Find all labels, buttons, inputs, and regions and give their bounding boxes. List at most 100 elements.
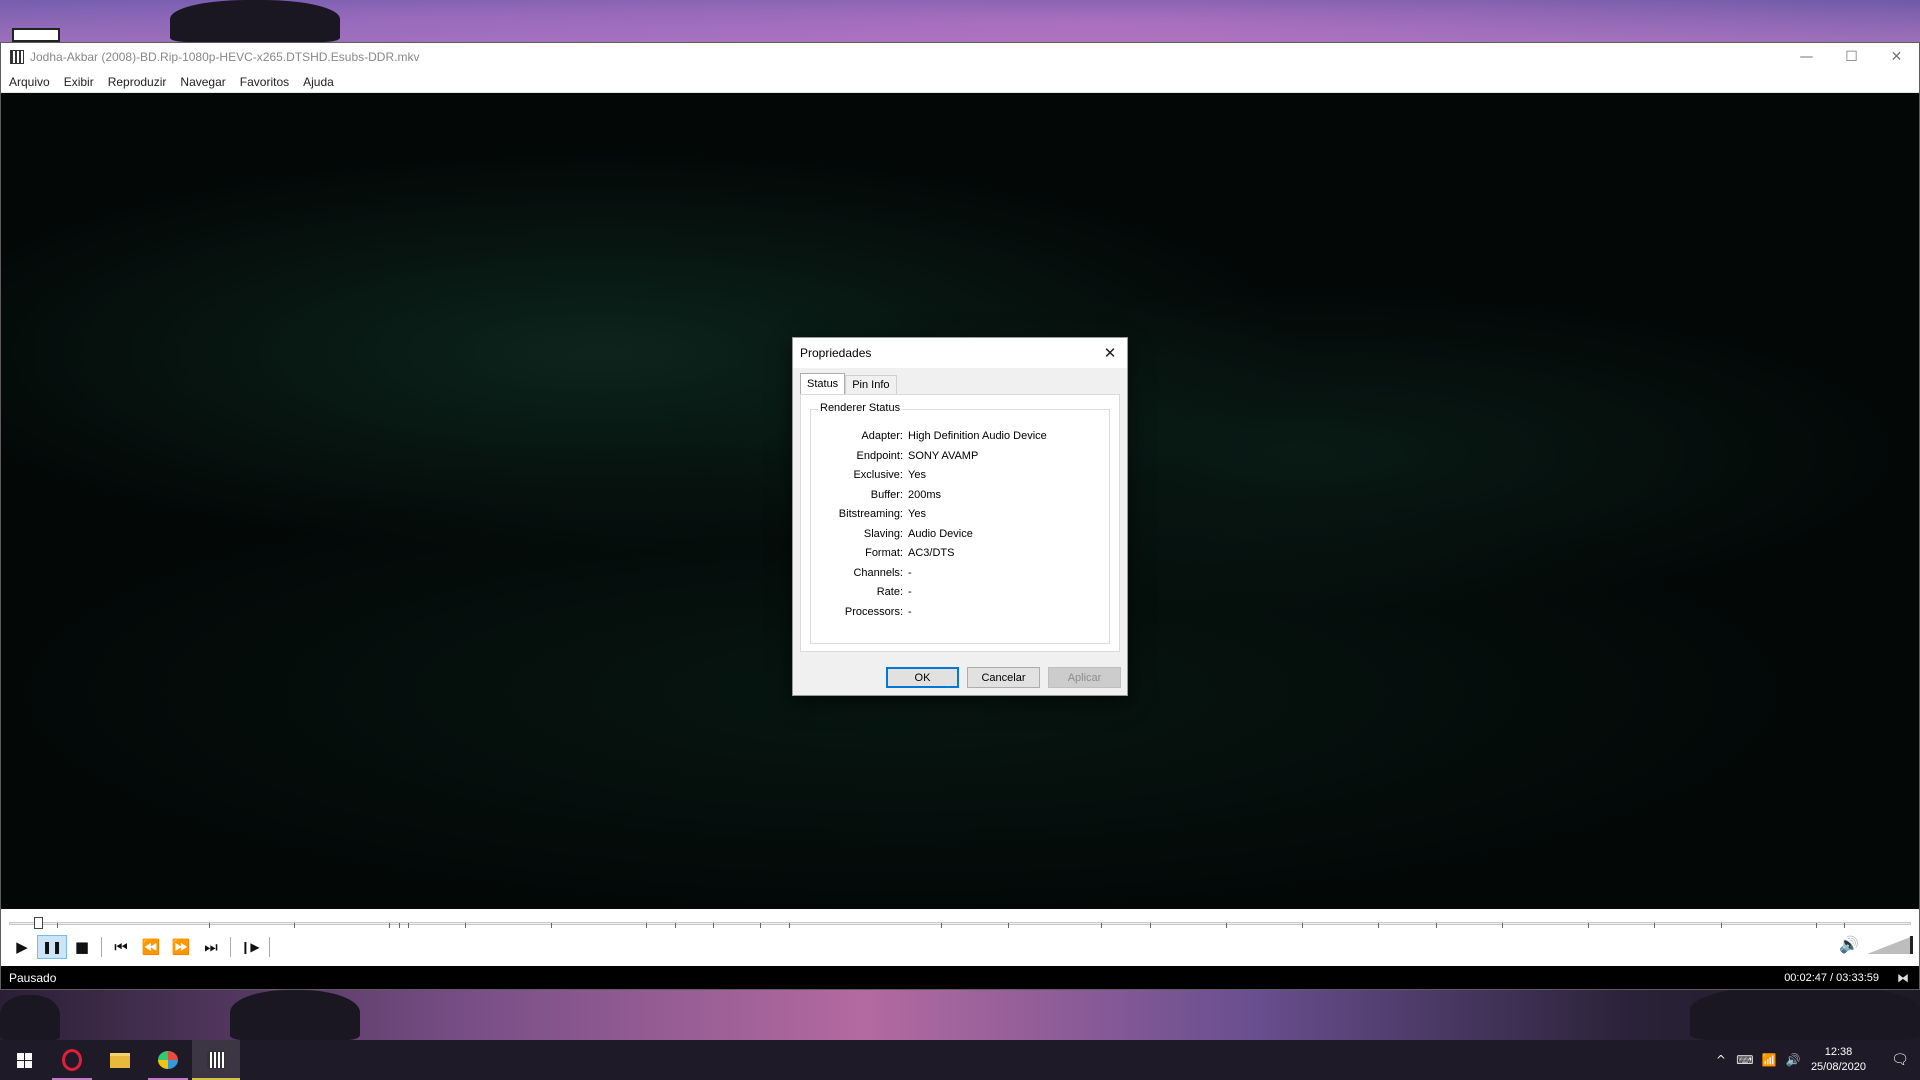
stop-button[interactable]: ■ (67, 935, 97, 959)
time-display: 00:02:47 / 03:33:59 (1784, 971, 1879, 984)
notifications-icon[interactable]: 🗨 (1880, 1052, 1920, 1068)
volume-slider[interactable] (1867, 935, 1913, 954)
tab-panel: Renderer Status Adapter: High Definition … (800, 394, 1120, 652)
chapter-marker (760, 923, 761, 928)
row-value: AC3/DTS (908, 547, 955, 559)
chapter-marker (1816, 923, 1817, 928)
keyboard-icon[interactable]: ⌨ (1733, 1053, 1757, 1067)
tab-status[interactable]: Status (800, 373, 846, 394)
row-bitstreaming: Bitstreaming: Yes (811, 508, 1109, 528)
title-bar[interactable]: Jodha-Akbar (2008)-BD.Rip-1080p-HEVC-x26… (1, 43, 1919, 71)
speaker-icon[interactable]: 🔊 (1781, 1053, 1805, 1067)
chapter-marker (57, 923, 58, 928)
wallpaper-tree (1690, 985, 1920, 1040)
taskbar-media-player[interactable] (192, 1040, 240, 1080)
desktop-shortcut-icon[interactable] (12, 28, 60, 42)
row-processors: Processors: - (811, 606, 1109, 626)
audio-renderer-icon[interactable]: ⧓ (1897, 971, 1909, 985)
taskbar-paint[interactable] (144, 1040, 192, 1080)
next-button[interactable]: ⏭ (196, 935, 226, 959)
chapter-marker (1844, 923, 1845, 928)
start-button[interactable] (0, 1040, 48, 1080)
dialog-buttons: OK Cancelar Aplicar (878, 667, 1121, 688)
tab-pin-info[interactable]: Pin Info (845, 375, 897, 394)
chevron-up-icon[interactable]: ^ (1709, 1053, 1733, 1067)
dialog-close-button[interactable]: ✕ (1099, 342, 1121, 364)
ok-button[interactable]: OK (886, 667, 959, 688)
chapter-marker (465, 923, 466, 928)
chapter-marker (713, 923, 714, 928)
row-value: - (908, 586, 912, 598)
volume-slider-knob[interactable] (1910, 935, 1913, 954)
row-value: - (908, 566, 912, 579)
maximize-button[interactable]: ☐ (1829, 43, 1874, 71)
chapter-marker (551, 923, 552, 928)
row-label: Rate: (876, 586, 903, 598)
group-title: Renderer Status (818, 402, 903, 414)
menu-navegar[interactable]: Navegar (180, 75, 225, 89)
row-value: Audio Device (908, 527, 973, 540)
frame-step-button[interactable]: ❙▶ (235, 935, 265, 959)
film-icon (207, 1051, 225, 1069)
taskbar: ^ ⌨ 📶 🔊 12:38 25/08/2020 🗨 (0, 1040, 1920, 1080)
row-value: SONY AVAMP (908, 449, 979, 462)
row-label: Slaving: (863, 527, 903, 540)
chapter-marker (1150, 923, 1151, 928)
chapter-marker (1654, 923, 1655, 928)
chapter-marker (1588, 923, 1589, 928)
row-adapter: Adapter: High Definition Audio Device (811, 430, 1109, 450)
renderer-status-group: Renderer Status Adapter: High Definition … (810, 402, 1110, 644)
row-label: Endpoint: (856, 449, 903, 462)
row-label: Bitstreaming: (838, 508, 903, 520)
window-title: Jodha-Akbar (2008)-BD.Rip-1080p-HEVC-x26… (30, 50, 420, 64)
row-value: - (908, 605, 912, 618)
pause-button[interactable]: ❚❚ (37, 935, 67, 959)
row-label: Format: (865, 547, 903, 559)
row-label: Channels: (853, 566, 903, 579)
chapter-marker (789, 923, 790, 928)
menu-reproduzir[interactable]: Reproduzir (108, 75, 167, 89)
row-value: Yes (908, 469, 926, 481)
dialog-title-bar[interactable]: Propriedades ✕ (793, 338, 1127, 368)
cancel-button[interactable]: Cancelar (967, 667, 1040, 688)
clock[interactable]: 12:38 25/08/2020 (1811, 1045, 1866, 1075)
close-button[interactable]: ✕ (1874, 43, 1919, 71)
system-tray: ^ ⌨ 📶 🔊 12:38 25/08/2020 🗨 (1709, 1040, 1920, 1080)
menu-exibir[interactable]: Exibir (64, 75, 94, 89)
volume-icon[interactable]: 🔊 (1839, 935, 1859, 954)
seek-bar[interactable] (9, 917, 1911, 929)
clock-time: 12:38 (1824, 1046, 1853, 1058)
forward-button[interactable]: ⏩ (166, 935, 196, 959)
play-button[interactable]: ▶ (7, 935, 37, 959)
controls-area: ▶ ❚❚ ■ ⏮ ⏪ ⏩ ⏭ ❙▶ 🔊 (1, 909, 1919, 966)
row-value: Yes (908, 508, 926, 520)
menu-favoritos[interactable]: Favoritos (240, 75, 289, 89)
chapter-marker (1302, 923, 1303, 928)
rewind-button[interactable]: ⏪ (136, 935, 166, 959)
previous-button[interactable]: ⏮ (106, 935, 136, 959)
wallpaper-tree (0, 995, 60, 1040)
separator (230, 937, 231, 957)
row-format: Format: AC3/DTS (811, 547, 1109, 567)
taskbar-opera[interactable] (48, 1040, 96, 1080)
opera-icon (62, 1049, 82, 1071)
row-slaving: Slaving: Audio Device (811, 528, 1109, 548)
chapter-marker (294, 923, 295, 928)
chapter-marker (941, 923, 942, 928)
row-value: 200ms (908, 488, 942, 501)
chapter-marker (389, 923, 390, 928)
status-bar: Pausado 00:02:47 / 03:33:59 ⧓ (1, 966, 1919, 989)
minimize-button[interactable]: — (1784, 43, 1829, 71)
row-label: Exclusive: (853, 469, 903, 481)
dialog-title: Propriedades (800, 346, 872, 360)
seek-thumb[interactable] (34, 917, 43, 929)
status-rows: Adapter: High Definition Audio Device End… (811, 430, 1109, 625)
row-label: Processors: (844, 605, 903, 618)
paint-icon (158, 1051, 178, 1069)
menu-ajuda[interactable]: Ajuda (303, 75, 334, 89)
network-icon[interactable]: 📶 (1757, 1053, 1781, 1067)
menu-arquivo[interactable]: Arquivo (9, 75, 50, 89)
taskbar-file-explorer[interactable] (96, 1040, 144, 1080)
chapter-marker (1378, 923, 1379, 928)
chapter-marker (1436, 923, 1437, 928)
